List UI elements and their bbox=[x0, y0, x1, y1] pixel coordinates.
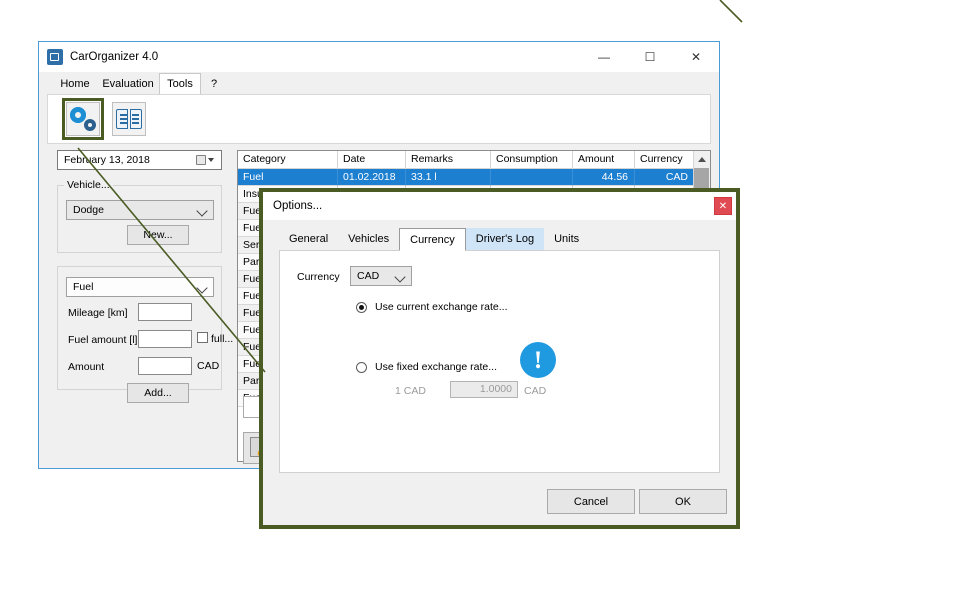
grid-col-remarks[interactable]: Remarks bbox=[406, 151, 491, 168]
tab-vehicles[interactable]: Vehicles bbox=[338, 228, 399, 251]
entry-form-panel: February 13, 2018 Vehicle... Dodge New..… bbox=[47, 150, 237, 462]
date-value: February 13, 2018 bbox=[64, 154, 150, 166]
grid-col-consumption[interactable]: Consumption bbox=[491, 151, 573, 168]
grid-col-date[interactable]: Date bbox=[338, 151, 406, 168]
full-tank-checkbox[interactable] bbox=[197, 332, 208, 343]
currency-label: Currency bbox=[297, 271, 340, 283]
cell-currency: CAD bbox=[635, 169, 695, 186]
radio-current-rate[interactable] bbox=[356, 302, 367, 313]
minimize-button[interactable]: — bbox=[581, 42, 627, 72]
window-titlebar: CarOrganizer 4.0 — ☐ ✕ bbox=[39, 42, 719, 72]
options-dialog: Options... ✕ General Vehicles Currency D… bbox=[259, 188, 740, 529]
logbook-button[interactable] bbox=[112, 102, 146, 136]
chevron-down-icon bbox=[208, 158, 214, 162]
radio-fixed-rate[interactable] bbox=[356, 362, 367, 373]
window-controls: — ☐ ✕ bbox=[581, 42, 719, 72]
table-row[interactable]: Fuel01.02.201833.1 l 44.56CAD bbox=[238, 169, 710, 186]
radio-fixed-rate-label: Use fixed exchange rate... bbox=[375, 361, 497, 373]
currency-select[interactable]: CAD bbox=[350, 266, 412, 286]
amount-label: Amount bbox=[68, 361, 104, 373]
currency-select-value: CAD bbox=[357, 270, 379, 282]
fixed-rate-right-label: CAD bbox=[524, 385, 546, 397]
tab-currency[interactable]: Currency bbox=[399, 228, 466, 251]
tab-units[interactable]: Units bbox=[544, 228, 589, 251]
date-dropdown-button[interactable] bbox=[190, 152, 220, 168]
cell-date: 01.02.2018 bbox=[338, 169, 406, 186]
mileage-input[interactable] bbox=[138, 303, 192, 321]
cell-consumption bbox=[491, 169, 573, 186]
amount-currency-label: CAD bbox=[197, 360, 219, 372]
grid-header-row: Category Date Remarks Consumption Amount… bbox=[238, 151, 710, 169]
cell-category: Fuel bbox=[238, 169, 338, 186]
cell-amount: 44.56 bbox=[573, 169, 635, 186]
grid-col-amount[interactable]: Amount bbox=[573, 151, 635, 168]
tab-home[interactable]: Home bbox=[53, 74, 97, 94]
tab-help[interactable]: ? bbox=[201, 74, 227, 94]
tab-evaluation[interactable]: Evaluation bbox=[97, 74, 159, 94]
vehicle-select[interactable]: Dodge bbox=[66, 200, 214, 220]
add-entry-button[interactable]: Add... bbox=[127, 383, 189, 403]
chevron-up-icon bbox=[698, 157, 706, 162]
dialog-close-icon[interactable]: ✕ bbox=[714, 197, 732, 215]
chevron-down-icon bbox=[196, 282, 207, 293]
maximize-button[interactable]: ☐ bbox=[627, 42, 673, 72]
chevron-down-icon bbox=[394, 271, 405, 282]
fuel-amount-label: Fuel amount [l] bbox=[68, 334, 137, 346]
dialog-title: Options... bbox=[273, 200, 322, 212]
dialog-titlebar: Options... ✕ bbox=[263, 192, 736, 220]
dialog-tab-strip: General Vehicles Currency Driver's Log U… bbox=[279, 228, 589, 251]
book-icon bbox=[116, 109, 142, 129]
new-vehicle-button[interactable]: New... bbox=[127, 225, 189, 245]
fixed-rate-left-label: 1 CAD bbox=[395, 385, 426, 397]
ribbon-content bbox=[47, 94, 711, 144]
mileage-label: Mileage [km] bbox=[68, 307, 128, 319]
tab-tools[interactable]: Tools bbox=[159, 73, 201, 94]
gears-icon bbox=[70, 107, 96, 131]
ribbon-tab-strip: Home Evaluation Tools ? bbox=[39, 72, 719, 94]
amount-input[interactable] bbox=[138, 357, 192, 375]
fuel-amount-input[interactable] bbox=[138, 330, 192, 348]
vehicle-select-value: Dodge bbox=[73, 204, 104, 216]
ok-button[interactable]: OK bbox=[639, 489, 727, 514]
category-select[interactable]: Fuel bbox=[66, 277, 214, 297]
vehicle-group-label: Vehicle... bbox=[64, 179, 113, 191]
grid-col-currency[interactable]: Currency bbox=[635, 151, 695, 168]
chevron-down-icon bbox=[196, 205, 207, 216]
category-select-value: Fuel bbox=[73, 281, 93, 293]
grid-col-category[interactable]: Category bbox=[238, 151, 338, 168]
screenshot-root: CarOrganizer 4.0 — ☐ ✕ Home Evaluation T… bbox=[0, 0, 960, 600]
vehicle-group: Vehicle... Dodge New... bbox=[57, 185, 222, 253]
tab-drivers-log[interactable]: Driver's Log bbox=[466, 228, 544, 251]
scroll-up-button[interactable] bbox=[694, 151, 709, 167]
fixed-rate-input[interactable]: 1.0000 bbox=[450, 381, 518, 398]
tab-general[interactable]: General bbox=[279, 228, 338, 251]
currency-tab-page: Currency CAD Use current exchange rate..… bbox=[279, 250, 720, 473]
date-picker[interactable]: February 13, 2018 bbox=[57, 150, 222, 170]
exclamation-info-icon: ! bbox=[520, 342, 556, 378]
calendar-icon bbox=[196, 155, 206, 165]
car-app-icon bbox=[47, 49, 63, 65]
cancel-button[interactable]: Cancel bbox=[547, 489, 635, 514]
close-button[interactable]: ✕ bbox=[673, 42, 719, 72]
full-tank-label: full... bbox=[211, 333, 233, 345]
options-gears-button[interactable] bbox=[66, 102, 100, 136]
entry-group: Fuel Mileage [km] Fuel amount [l] full..… bbox=[57, 266, 222, 390]
cell-remarks: 33.1 l bbox=[406, 169, 491, 186]
radio-current-rate-label: Use current exchange rate... bbox=[375, 301, 508, 313]
window-title: CarOrganizer 4.0 bbox=[70, 51, 158, 63]
